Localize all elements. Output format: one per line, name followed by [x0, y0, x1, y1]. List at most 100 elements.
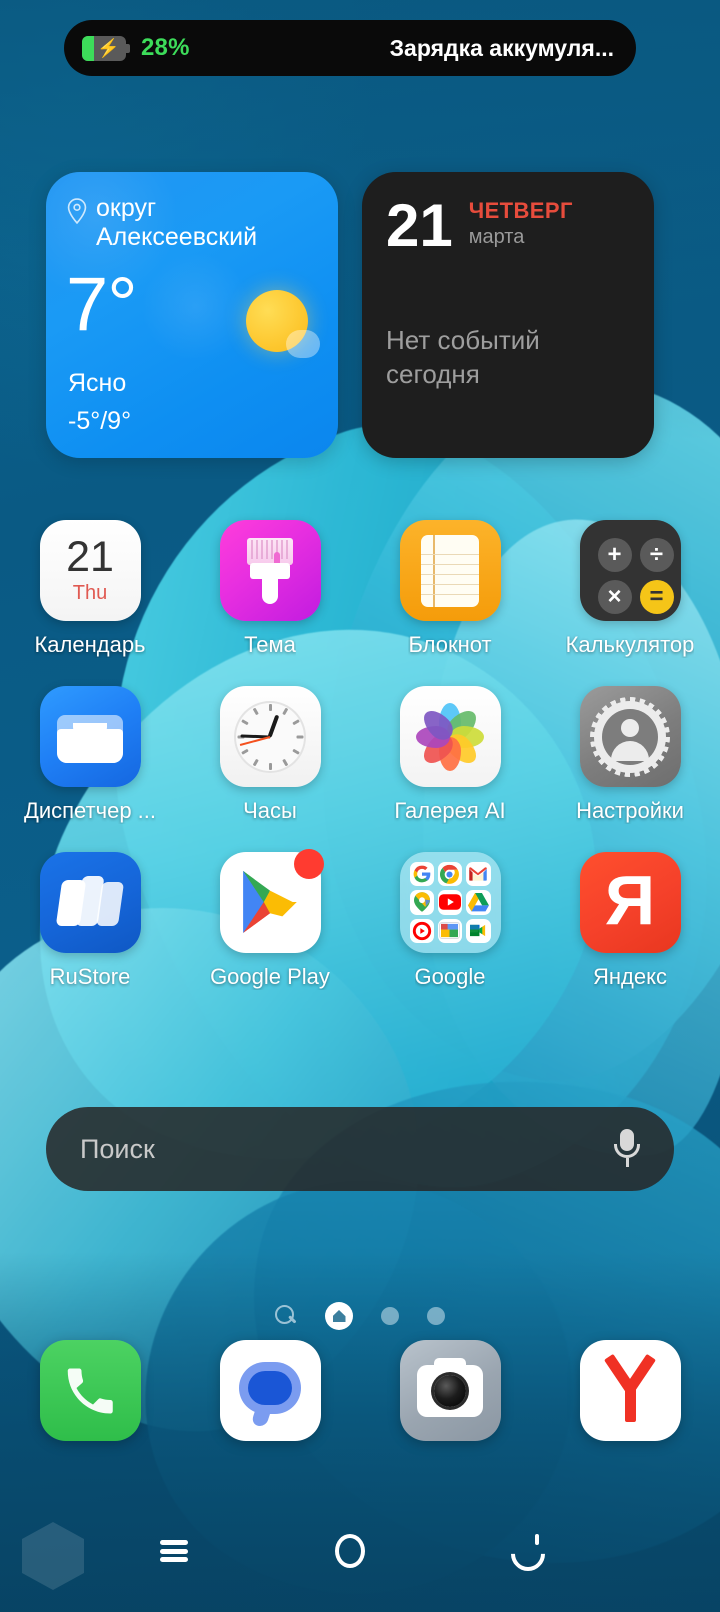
camera-icon	[399, 1340, 501, 1441]
app-gallery[interactable]: Галерея AI	[360, 686, 540, 824]
weather-condition: Ясно	[68, 369, 127, 397]
app-label: Яндекс	[593, 964, 667, 989]
notepad-icon	[399, 520, 501, 621]
clock-icon	[219, 686, 321, 787]
mini-icon-photos	[437, 918, 463, 943]
yandex-icon: Я	[579, 852, 681, 953]
yandex-glyph: Я	[604, 860, 656, 939]
search-page-icon[interactable]	[275, 1305, 297, 1327]
app-label: Календарь	[34, 632, 146, 657]
mini-icon-google	[409, 862, 434, 887]
app-row: Диспетчер ... Часы Галерея AI Настройки	[0, 686, 720, 824]
battery-status: ⚡ 28%	[82, 34, 190, 62]
app-label: Google	[414, 964, 486, 989]
app-notepad[interactable]: Блокнот	[360, 520, 540, 658]
app-file-manager[interactable]: Диспетчер ...	[0, 686, 180, 824]
app-label: Блокнот	[408, 632, 492, 657]
settings-gear-icon	[579, 686, 681, 787]
home-circle-icon[interactable]	[315, 1520, 385, 1582]
weather-location-label: округ Алексеевский	[96, 194, 257, 253]
calc-key-multiply: ×	[597, 580, 632, 614]
mini-icon-gmail	[466, 862, 491, 887]
app-label: Галерея AI	[394, 798, 506, 823]
dock-app-camera[interactable]	[360, 1340, 540, 1441]
page-dot[interactable]	[381, 1307, 399, 1325]
app-calculator[interactable]: + ÷ × = Калькулятор	[540, 520, 720, 658]
weather-temperature: 7°	[66, 261, 138, 347]
app-label: Тема	[244, 632, 296, 657]
yandex-browser-icon	[579, 1340, 681, 1441]
menu-recents-icon[interactable]	[139, 1520, 209, 1582]
calendar-widget[interactable]: 21 ЧЕТВЕРГ марта Нет событий сегодня	[362, 172, 654, 458]
calc-key-divide: ÷	[639, 538, 674, 572]
dock-app-yandex-browser[interactable]	[540, 1340, 720, 1441]
app-grid: 21 Thu Календарь Тема Блокнот + ÷ × = Ка…	[0, 520, 720, 990]
calendar-month: марта	[468, 226, 525, 249]
app-settings[interactable]: Настройки	[540, 686, 720, 824]
search-bar[interactable]: Поиск	[46, 1107, 674, 1191]
mini-icon-youtube-music	[409, 918, 434, 943]
app-row: RuStore Google Play Google Я Яндекс	[0, 849, 720, 990]
calc-key-plus: +	[597, 538, 632, 572]
calendar-events-line2: сегодня	[386, 358, 480, 389]
calendar-date-text: ЧЕТВЕРГ марта	[469, 198, 573, 249]
mini-icon-chrome	[437, 862, 463, 887]
app-theme[interactable]: Тема	[180, 520, 360, 658]
app-google-play[interactable]: Google Play	[180, 849, 360, 990]
battery-percent-label: 28%	[141, 34, 190, 61]
location-pin-icon	[67, 198, 87, 224]
app-label: Настройки	[576, 798, 684, 823]
theme-paintbrush-icon	[219, 520, 321, 621]
weather-location-line1: округ	[96, 194, 157, 222]
weather-location: округ Алексеевский	[66, 194, 318, 253]
calc-key-equals: =	[639, 580, 674, 614]
app-row: 21 Thu Календарь Тема Блокнот + ÷ × = Ка…	[0, 520, 720, 658]
messages-icon	[219, 1340, 321, 1441]
google-play-icon	[219, 849, 324, 953]
dock-app-phone[interactable]	[0, 1340, 180, 1441]
app-calendar[interactable]: 21 Thu Календарь	[0, 520, 180, 658]
notification-title: Зарядка аккумуля...	[389, 34, 614, 61]
mini-icon-meet	[466, 918, 491, 943]
dock	[0, 1340, 720, 1441]
microphone-icon[interactable]	[614, 1129, 640, 1169]
rustore-icon	[39, 852, 141, 953]
battery-charging-icon: ⚡	[82, 35, 130, 61]
calendar-icon-weekday: Thu	[72, 582, 108, 604]
app-clock[interactable]: Часы	[180, 686, 360, 824]
app-label: Google Play	[210, 964, 330, 989]
dock-app-messages[interactable]	[180, 1340, 360, 1441]
search-placeholder: Поиск	[80, 1133, 155, 1164]
calculator-icon: + ÷ × =	[579, 520, 681, 621]
calendar-icon-day: 21	[66, 533, 114, 581]
app-label: Часы	[243, 798, 297, 823]
app-label: RuStore	[49, 964, 131, 989]
app-label: Диспетчер ...	[23, 798, 157, 823]
notification-badge	[293, 849, 324, 879]
page-dot[interactable]	[427, 1307, 445, 1325]
app-folder-google[interactable]: Google	[360, 852, 540, 990]
battery-notification-pill[interactable]: ⚡ 28% Зарядка аккумуля...	[64, 20, 636, 76]
calendar-header: 21 ЧЕТВЕРГ марта	[386, 192, 630, 259]
mini-icon-drive	[466, 890, 491, 915]
calendar-events-line1: Нет событий	[386, 325, 540, 355]
play-triangle-icon	[243, 870, 297, 933]
phone-icon	[39, 1340, 141, 1441]
app-yandex[interactable]: Я Яндекс	[540, 852, 720, 990]
weather-location-line2: Алексеевский	[96, 223, 258, 252]
weather-widget[interactable]: округ Алексеевский 7° Ясно -5°/9°	[46, 172, 338, 458]
calendar-day-number: 21	[386, 192, 453, 259]
home-page-icon[interactable]	[325, 1302, 353, 1330]
hexagon-handle-icon[interactable]	[22, 1522, 84, 1590]
calendar-weekday: ЧЕТВЕРГ	[468, 198, 573, 223]
google-folder-icon	[399, 852, 501, 953]
app-rustore[interactable]: RuStore	[0, 852, 180, 990]
navigation-bar	[0, 1490, 720, 1612]
calendar-app-icon: 21 Thu	[39, 520, 141, 621]
back-arrow-icon[interactable]	[490, 1520, 560, 1582]
widget-area: округ Алексеевский 7° Ясно -5°/9° 21 ЧЕТ…	[46, 172, 654, 458]
weather-range: -5°/9°	[68, 407, 132, 435]
file-manager-icon	[39, 686, 141, 787]
mini-icon-youtube	[437, 890, 463, 915]
gallery-pinwheel-icon	[399, 686, 501, 787]
